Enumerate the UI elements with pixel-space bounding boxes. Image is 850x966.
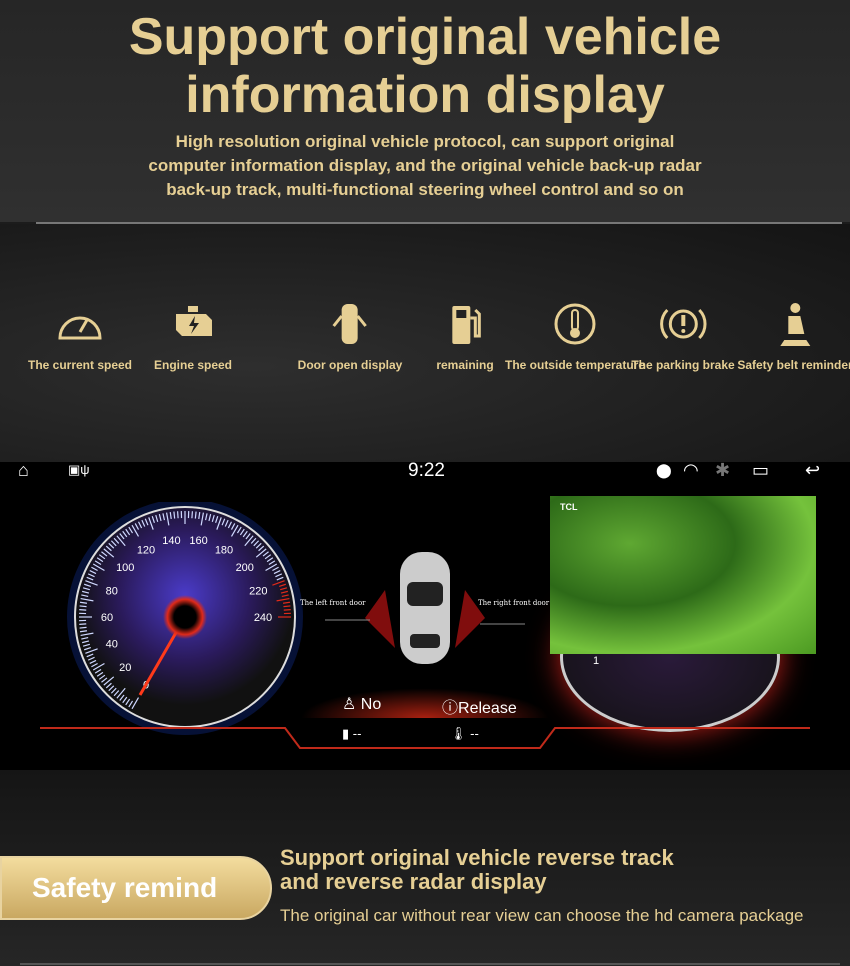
fuel-status: ▮ -- — [342, 726, 362, 741]
gauge-tick — [194, 511, 197, 519]
feature-icons-row: The current speed Engine speed Door open… — [0, 224, 850, 462]
engine-icon — [176, 306, 212, 336]
subtitle: High resolution original vehicle protoco… — [148, 132, 702, 199]
footer-text: The original car without rear view can c… — [280, 906, 804, 925]
car-top-view — [325, 552, 525, 664]
wifi-icon: ◠ — [683, 460, 699, 480]
gallery-usb-icon: ▣ψ — [68, 462, 90, 477]
gauge-tick — [173, 511, 176, 519]
header-section: Support original vehicle information disp… — [0, 0, 850, 222]
gauge-tick — [79, 605, 87, 608]
gauge-tick-label: 80 — [106, 585, 118, 597]
fuel-pump-icon — [451, 306, 481, 344]
gauge-tick-label: 20 — [119, 662, 131, 674]
feature-seatbelt-reminder: Safety belt reminder — [737, 300, 850, 372]
speedometer-gauge: 020406080100120140160180200220240 — [67, 502, 303, 735]
footer-heading: Support original vehicle reverse track an… — [280, 845, 674, 894]
parking-brake-icon: ⓘ — [442, 700, 459, 717]
gauge-tick-label: 200 — [236, 562, 254, 574]
clock: 9:22 — [408, 460, 445, 481]
fuel-pump-icon: ▮ — [342, 726, 350, 741]
feature-outside-temperature: The outside temperature — [505, 300, 645, 372]
feature-parking-brake: The parking brake — [631, 300, 735, 372]
gauge-tick — [79, 626, 87, 629]
gauge-tick-label: 140 — [162, 535, 180, 547]
info-panel-frame — [40, 727, 810, 749]
recent-apps-icon[interactable]: ▭ — [752, 460, 769, 481]
seatbelt-icon — [780, 303, 810, 346]
page-title: Support original vehicle information disp… — [128, 8, 722, 124]
seatbelt-status: ♙ No — [342, 696, 382, 713]
gauge-tick-label: 180 — [215, 544, 233, 556]
footer-section: Safety remind Support original vehicle r… — [0, 770, 850, 966]
temperature-status: 🌡 -- — [450, 726, 479, 741]
gauge-tick-label: 100 — [116, 562, 134, 574]
gauge-tick-label: 60 — [101, 612, 113, 624]
thermometer-icon: 🌡 — [450, 726, 467, 741]
back-icon[interactable]: ↩ — [805, 460, 820, 481]
safety-remind-button[interactable]: Safety remind — [0, 856, 272, 920]
seatbelt-icon: ♙ — [342, 696, 357, 713]
gauge-tick-label: 40 — [106, 639, 118, 651]
feature-door-open: Door open display — [298, 300, 402, 372]
gauge-tick — [283, 605, 291, 608]
parking-brake-status: ⓘRelease — [442, 700, 517, 717]
bluetooth-icon: ✱ — [715, 460, 731, 480]
gauge-tick-label: 160 — [189, 535, 207, 547]
speedometer-icon — [58, 316, 102, 340]
parking-brake-icon — [659, 308, 707, 340]
gauge-tick-label: 220 — [249, 585, 267, 597]
home-icon[interactable]: ⌂ — [18, 460, 29, 481]
feature-remaining-fuel: remaining — [436, 300, 494, 372]
gauge-tick-label: 240 — [254, 612, 272, 624]
feature-current-speed: The current speed — [28, 300, 132, 372]
car-door-icon — [332, 304, 368, 344]
divider — [20, 963, 840, 965]
gauge-tick-label: 120 — [137, 544, 155, 556]
picture-in-picture-video[interactable]: TCL — [550, 496, 816, 654]
thermometer-icon — [554, 303, 596, 345]
location-icon: ⬤ — [656, 462, 672, 478]
head-unit-screen: ⌂ ▣ψ 9:22 ⬤ ◠ ✱ ▭ ↩ 02040608010012014016… — [0, 460, 850, 770]
feature-engine-speed: Engine speed — [154, 300, 232, 372]
